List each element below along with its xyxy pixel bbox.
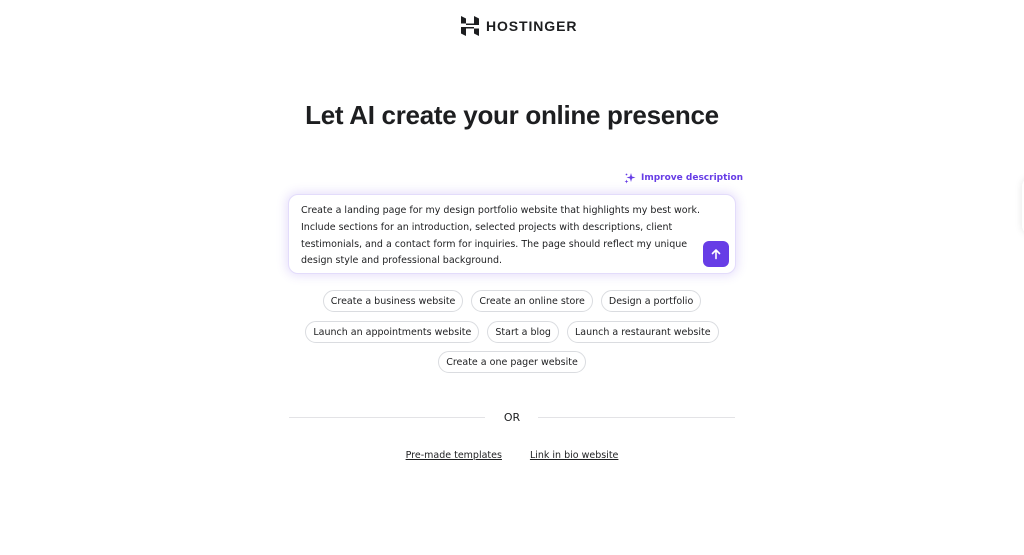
alternative-links: Pre-made templates Link in bio website: [0, 450, 1024, 461]
page-title: Let AI create your online presence: [305, 100, 719, 130]
premade-templates-link[interactable]: Pre-made templates: [406, 450, 502, 461]
suggestion-chip[interactable]: Design a portfolio: [600, 290, 702, 312]
suggestion-row-2: Launch an appointments website Start a b…: [0, 321, 1024, 343]
sparkle-icon: [624, 173, 636, 184]
hostinger-logo-icon: [461, 16, 479, 36]
prompt-input[interactable]: Create a landing page for my design port…: [288, 194, 736, 274]
improve-description-label: Improve description: [641, 173, 744, 183]
divider-right: [538, 417, 735, 418]
brand-name: HOSTINGER: [486, 18, 578, 34]
suggestion-chip[interactable]: Create a one pager website: [438, 351, 586, 373]
brand-logo[interactable]: HOSTINGER: [460, 16, 577, 36]
suggestion-chip[interactable]: Create an online store: [471, 290, 593, 312]
suggestion-chip[interactable]: Launch an appointments website: [305, 321, 480, 343]
suggestion-chip[interactable]: Launch a restaurant website: [566, 321, 719, 343]
link-in-bio-link[interactable]: Link in bio website: [530, 450, 618, 461]
suggestion-chip[interactable]: Create a business website: [322, 290, 464, 312]
prompt-text[interactable]: Create a landing page for my design port…: [301, 203, 701, 270]
suggestion-row-1: Create a business website Create an onli…: [0, 290, 1024, 312]
submit-button[interactable]: [703, 241, 729, 267]
suggestion-chip[interactable]: Start a blog: [487, 321, 559, 343]
arrow-up-icon: [711, 249, 721, 260]
improve-description-button[interactable]: Improve description: [624, 172, 743, 184]
suggestion-row-3: Create a one pager website: [0, 351, 1024, 373]
or-separator: OR: [503, 411, 521, 424]
